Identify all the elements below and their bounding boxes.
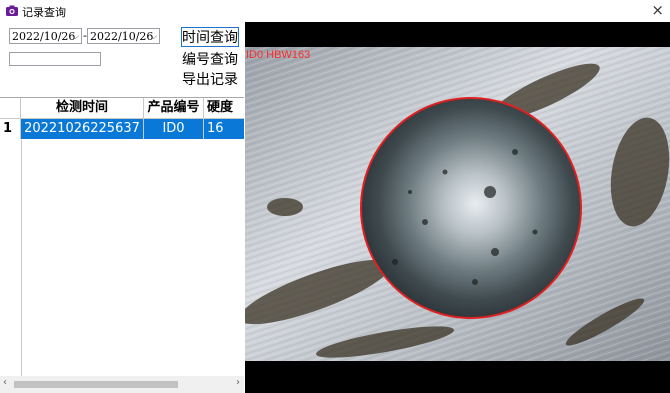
row-header-corner[interactable]	[0, 98, 21, 118]
row-index[interactable]: 1	[0, 119, 21, 139]
table-row[interactable]: 1 20221026225637 ID0 16	[0, 119, 244, 139]
title-bar: 记录查询 ×	[0, 0, 670, 22]
chevron-down-icon: ⌵	[72, 32, 79, 42]
window-title: 记录查询	[22, 6, 66, 19]
close-icon[interactable]: ×	[651, 1, 664, 19]
product-id-input[interactable]	[9, 52, 101, 66]
table-header: 检测时间 产品编号 硬度	[0, 98, 244, 119]
chevron-down-icon: ⌵	[150, 32, 157, 42]
microscope-image	[245, 47, 670, 361]
horizontal-scrollbar[interactable]: ‹ ›	[0, 376, 244, 393]
query-panel: 2022/10/26 ⌵ - 2022/10/26 ⌵ 时间查询 编号查询 导出…	[0, 22, 244, 393]
scroll-thumb[interactable]	[14, 381, 178, 388]
end-date-value: 2022/10/26	[90, 30, 154, 43]
column-header-hardness[interactable]: 硬度	[204, 98, 244, 118]
camera-icon	[6, 5, 18, 16]
column-header-time[interactable]: 检测时间	[21, 98, 144, 118]
scroll-left-icon[interactable]: ‹	[3, 377, 7, 388]
start-date-value: 2022/10/26	[12, 30, 76, 43]
image-viewer: ID0 HBW163	[245, 22, 670, 393]
time-query-button[interactable]: 时间查询	[181, 27, 239, 47]
id-query-button[interactable]: 编号查询	[181, 50, 239, 70]
end-date-picker[interactable]: 2022/10/26 ⌵	[87, 28, 160, 44]
cell-hardness[interactable]: 16	[204, 119, 244, 139]
start-date-picker[interactable]: 2022/10/26 ⌵	[9, 28, 82, 44]
records-table: 检测时间 产品编号 硬度 1 20221026225637 ID0 16	[0, 97, 244, 377]
row-header-column	[0, 140, 22, 377]
column-header-id[interactable]: 产品编号	[144, 98, 204, 118]
cell-id[interactable]: ID0	[144, 119, 204, 139]
scroll-right-icon[interactable]: ›	[236, 377, 240, 388]
table-empty-area	[0, 140, 244, 377]
measurement-label: ID0 HBW163	[246, 49, 311, 61]
cell-time[interactable]: 20221026225637	[21, 119, 144, 139]
export-button[interactable]: 导出记录	[181, 70, 239, 90]
